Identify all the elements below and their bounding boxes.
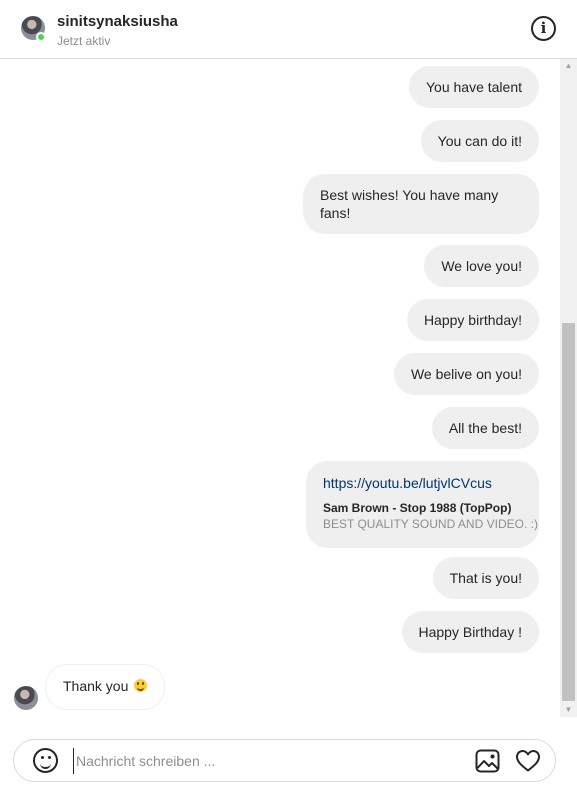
info-icon[interactable]: i	[531, 16, 556, 41]
scroll-thumb[interactable]	[562, 323, 575, 701]
link-url[interactable]: https://youtu.be/lutjvlCVcus	[323, 475, 522, 491]
scroll-up-arrow-icon[interactable]: ▲	[560, 59, 577, 73]
message-bubble-outgoing[interactable]: All the best!	[431, 407, 539, 449]
message-bubble-outgoing[interactable]: Happy Birthday !	[401, 611, 539, 653]
message-bubble-outgoing[interactable]: You have talent	[408, 66, 539, 108]
message-bubble-outgoing[interactable]: Best wishes! You have many fans!	[303, 174, 539, 234]
link-preview-bubble[interactable]: https://youtu.be/lutjvlCVcus Sam Brown -…	[306, 461, 539, 548]
chat-header: sinitsynaksiusha Jetzt aktiv i	[0, 0, 577, 59]
message-bubble-outgoing[interactable]: Happy birthday!	[406, 299, 539, 341]
message-input[interactable]	[73, 748, 463, 774]
scroll-down-arrow-icon[interactable]: ▼	[560, 703, 577, 717]
smiley-icon[interactable]	[33, 748, 58, 773]
sender-avatar[interactable]	[14, 686, 38, 710]
online-status-dot	[36, 32, 46, 42]
incoming-message-text: Thank you	[63, 678, 129, 694]
message-bubble-outgoing[interactable]: That is you!	[432, 557, 539, 599]
link-preview-description: BEST QUALITY SOUND AND VIDEO. :)	[323, 517, 538, 531]
heart-icon[interactable]	[515, 748, 541, 774]
image-icon[interactable]	[475, 749, 500, 773]
smiling-face-emoji-icon	[134, 679, 148, 692]
message-composer	[13, 739, 556, 782]
message-bubble-outgoing[interactable]: We belive on you!	[393, 353, 539, 395]
message-bubble-outgoing[interactable]: You can do it!	[420, 120, 539, 162]
link-preview-title: Sam Brown - Stop 1988 (TopPop)	[323, 501, 512, 515]
message-bubble-incoming[interactable]: Thank you	[45, 664, 166, 710]
message-bubble-outgoing[interactable]: We love you!	[424, 245, 539, 287]
chat-username[interactable]: sinitsynaksiusha	[57, 13, 178, 30]
activity-status: Jetzt aktiv	[57, 34, 111, 48]
message-scrollbar[interactable]: ▲ ▼	[560, 59, 577, 717]
